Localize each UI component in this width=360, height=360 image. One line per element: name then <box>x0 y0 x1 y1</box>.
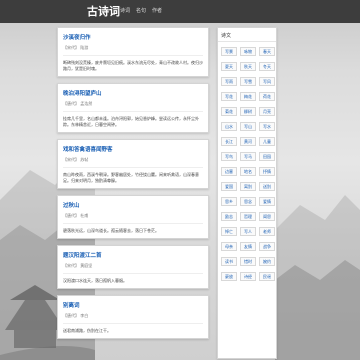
poem-card: 过秋山 【唐代】 杜甫 碧落秋光远，山深鸟道长。孤云随客去，落日下苍茫。 <box>57 195 209 239</box>
category-tag-grid: 写景 咏物 春天夏天 秋天 冬天写雨 写雪 写风写花 梅花 荷花菊花 柳树 月亮山水 写山 写水长江 黄河… <box>218 42 276 286</box>
category-tag[interactable]: 闺怨 <box>259 212 275 221</box>
category-tag[interactable]: 惜时 <box>240 257 256 266</box>
category-tag[interactable]: 抒情 <box>259 167 275 176</box>
category-tag[interactable]: 战争 <box>259 242 275 251</box>
category-tag[interactable]: 写景 <box>221 47 237 56</box>
poem-title-link[interactable]: 题汉阳渡江二首 <box>63 251 203 259</box>
category-tag[interactable]: 友情 <box>240 242 256 251</box>
poem-card: 题汉阳渡江二首 【宋代】 黄庭坚 汉阳渡口水连天，落日孤帆入暮烟。 <box>57 245 209 289</box>
category-tag[interactable]: 边塞 <box>221 167 237 176</box>
poem-dynasty-author: 【宋代】 黄庭坚 <box>63 263 93 268</box>
top-navigation-bar: 古诗词 诗词 名句 作者 <box>0 0 360 23</box>
poem-card: 戏和答禽语喜闻野客 【宋代】 苏轼 南山昨夜雨，西溪今朝渌。野客幽居处，竹径绕山… <box>57 139 209 189</box>
category-tag[interactable]: 哲理 <box>240 212 256 221</box>
category-tag[interactable]: 诗经 <box>240 272 256 281</box>
category-tag[interactable]: 春天 <box>259 47 275 56</box>
poem-dynasty-author: 【唐代】 杜甫 <box>63 213 89 218</box>
category-tag[interactable]: 秋天 <box>240 62 256 71</box>
poem-title-link[interactable]: 别离词 <box>63 301 203 309</box>
category-tag[interactable]: 梅花 <box>240 92 256 101</box>
category-sidebar: 诗文 写景 咏物 春天夏天 秋天 冬天写雨 写雪 写风写花 梅花 荷花菊花 柳树 月亮山水 写山 写水长… <box>217 27 277 359</box>
poem-text: 汉阳渡口水连天，落日孤帆入暮烟。 <box>63 278 127 283</box>
poem-title-link[interactable]: 晚泊浔阳望庐山 <box>63 89 203 97</box>
nav-link-famous-lines[interactable]: 名句 <box>136 7 146 14</box>
category-tag[interactable]: 写山 <box>240 122 256 131</box>
category-tag[interactable]: 婉约 <box>259 257 275 266</box>
nav-link-poems[interactable]: 诗词 <box>120 7 130 14</box>
site-logo[interactable]: 古诗词 <box>87 3 120 19</box>
category-tag[interactable]: 长江 <box>221 137 237 146</box>
category-tag[interactable]: 田园 <box>259 152 275 161</box>
category-tag[interactable]: 冬天 <box>259 62 275 71</box>
category-tag[interactable]: 母亲 <box>221 242 237 251</box>
poem-text: 南山昨夜雨，西溪今朝渌。野客幽居处，竹径绕山麓。闲来听禽语，山深春意足。归来对明… <box>63 172 199 183</box>
category-tag[interactable]: 咏物 <box>240 47 256 56</box>
poem-title-link[interactable]: 过秋山 <box>63 201 203 209</box>
category-tag[interactable]: 思乡 <box>221 197 237 206</box>
sidebar-heading: 诗文 <box>218 28 276 42</box>
divider <box>63 111 203 112</box>
category-tag[interactable]: 思念 <box>240 197 256 206</box>
category-tag[interactable]: 写鸟 <box>221 152 237 161</box>
category-tag[interactable]: 豪放 <box>221 272 237 281</box>
divider <box>63 55 203 56</box>
category-tag[interactable]: 黄河 <box>240 137 256 146</box>
category-tag[interactable]: 励志 <box>221 212 237 221</box>
poem-text: 碧落秋光远，山深鸟道长。孤云随客去，落日下苍茫。 <box>63 228 159 233</box>
divider <box>63 323 203 324</box>
category-tag[interactable]: 荷花 <box>259 92 275 101</box>
category-tag[interactable]: 读书 <box>221 257 237 266</box>
poem-list: 沙溪夜归作 【宋代】 陆游 断碑残刻没荒榛，废井颓垣见旧痕。溪水东流无尽处，青山… <box>57 27 209 345</box>
category-tag[interactable]: 柳树 <box>240 107 256 116</box>
category-tag[interactable]: 写花 <box>221 92 237 101</box>
category-tag[interactable]: 爱国 <box>221 182 237 191</box>
category-tag[interactable]: 民谣 <box>259 272 275 281</box>
category-tag[interactable]: 送别 <box>259 182 275 191</box>
category-tag[interactable]: 夏天 <box>221 62 237 71</box>
poem-card: 晚泊浔阳望庐山 【唐代】 孟浩然 挂席几千里，名山都未逢。泊舟浔阳郭，始见香炉峰… <box>57 83 209 133</box>
divider <box>63 273 203 274</box>
category-tag[interactable]: 儿童 <box>259 137 275 146</box>
category-tag[interactable]: 写雨 <box>221 77 237 86</box>
poem-dynasty-author: 【唐代】 李白 <box>63 313 89 318</box>
poem-title-link[interactable]: 戏和答禽语喜闻野客 <box>63 145 203 153</box>
category-tag[interactable]: 月亮 <box>259 107 275 116</box>
poem-card: 别离词 【唐代】 李白 送君南浦路，伤别在江干。 <box>57 295 209 339</box>
category-tag[interactable]: 写人 <box>240 227 256 236</box>
poem-dynasty-author: 【宋代】 陆游 <box>63 45 89 50</box>
category-tag[interactable]: 地名 <box>240 167 256 176</box>
category-tag[interactable]: 写马 <box>240 152 256 161</box>
category-tag[interactable]: 老师 <box>259 227 275 236</box>
poem-dynasty-author: 【唐代】 孟浩然 <box>63 101 93 106</box>
poem-card: 沙溪夜归作 【宋代】 陆游 断碑残刻没荒榛，废井颓垣见旧痕。溪水东流无尽处，青山… <box>57 27 209 77</box>
category-tag[interactable]: 山水 <box>221 122 237 131</box>
divider <box>63 223 203 224</box>
poem-dynasty-author: 【宋代】 苏轼 <box>63 157 89 162</box>
poem-title-link[interactable]: 沙溪夜归作 <box>63 33 203 41</box>
poem-text: 断碑残刻没荒榛，废井颓垣见旧痕。溪水东流无尽处，青山不改故人村。夜归沙路月，犹是… <box>63 60 203 71</box>
category-tag[interactable]: 悼亡 <box>221 227 237 236</box>
category-tag[interactable]: 爱情 <box>259 197 275 206</box>
poem-text: 送君南浦路，伤别在江干。 <box>63 328 111 333</box>
poem-text: 挂席几千里，名山都未逢。泊舟浔阳郭，始见香炉峰。尝读远公传，永怀尘外踪。东林精舍… <box>63 116 199 127</box>
category-tag[interactable]: 写水 <box>259 122 275 131</box>
category-tag[interactable]: 离别 <box>240 182 256 191</box>
category-tag[interactable]: 菊花 <box>221 107 237 116</box>
category-tag[interactable]: 写风 <box>259 77 275 86</box>
category-tag[interactable]: 写雪 <box>240 77 256 86</box>
nav-link-authors[interactable]: 作者 <box>152 7 162 14</box>
divider <box>63 167 203 168</box>
